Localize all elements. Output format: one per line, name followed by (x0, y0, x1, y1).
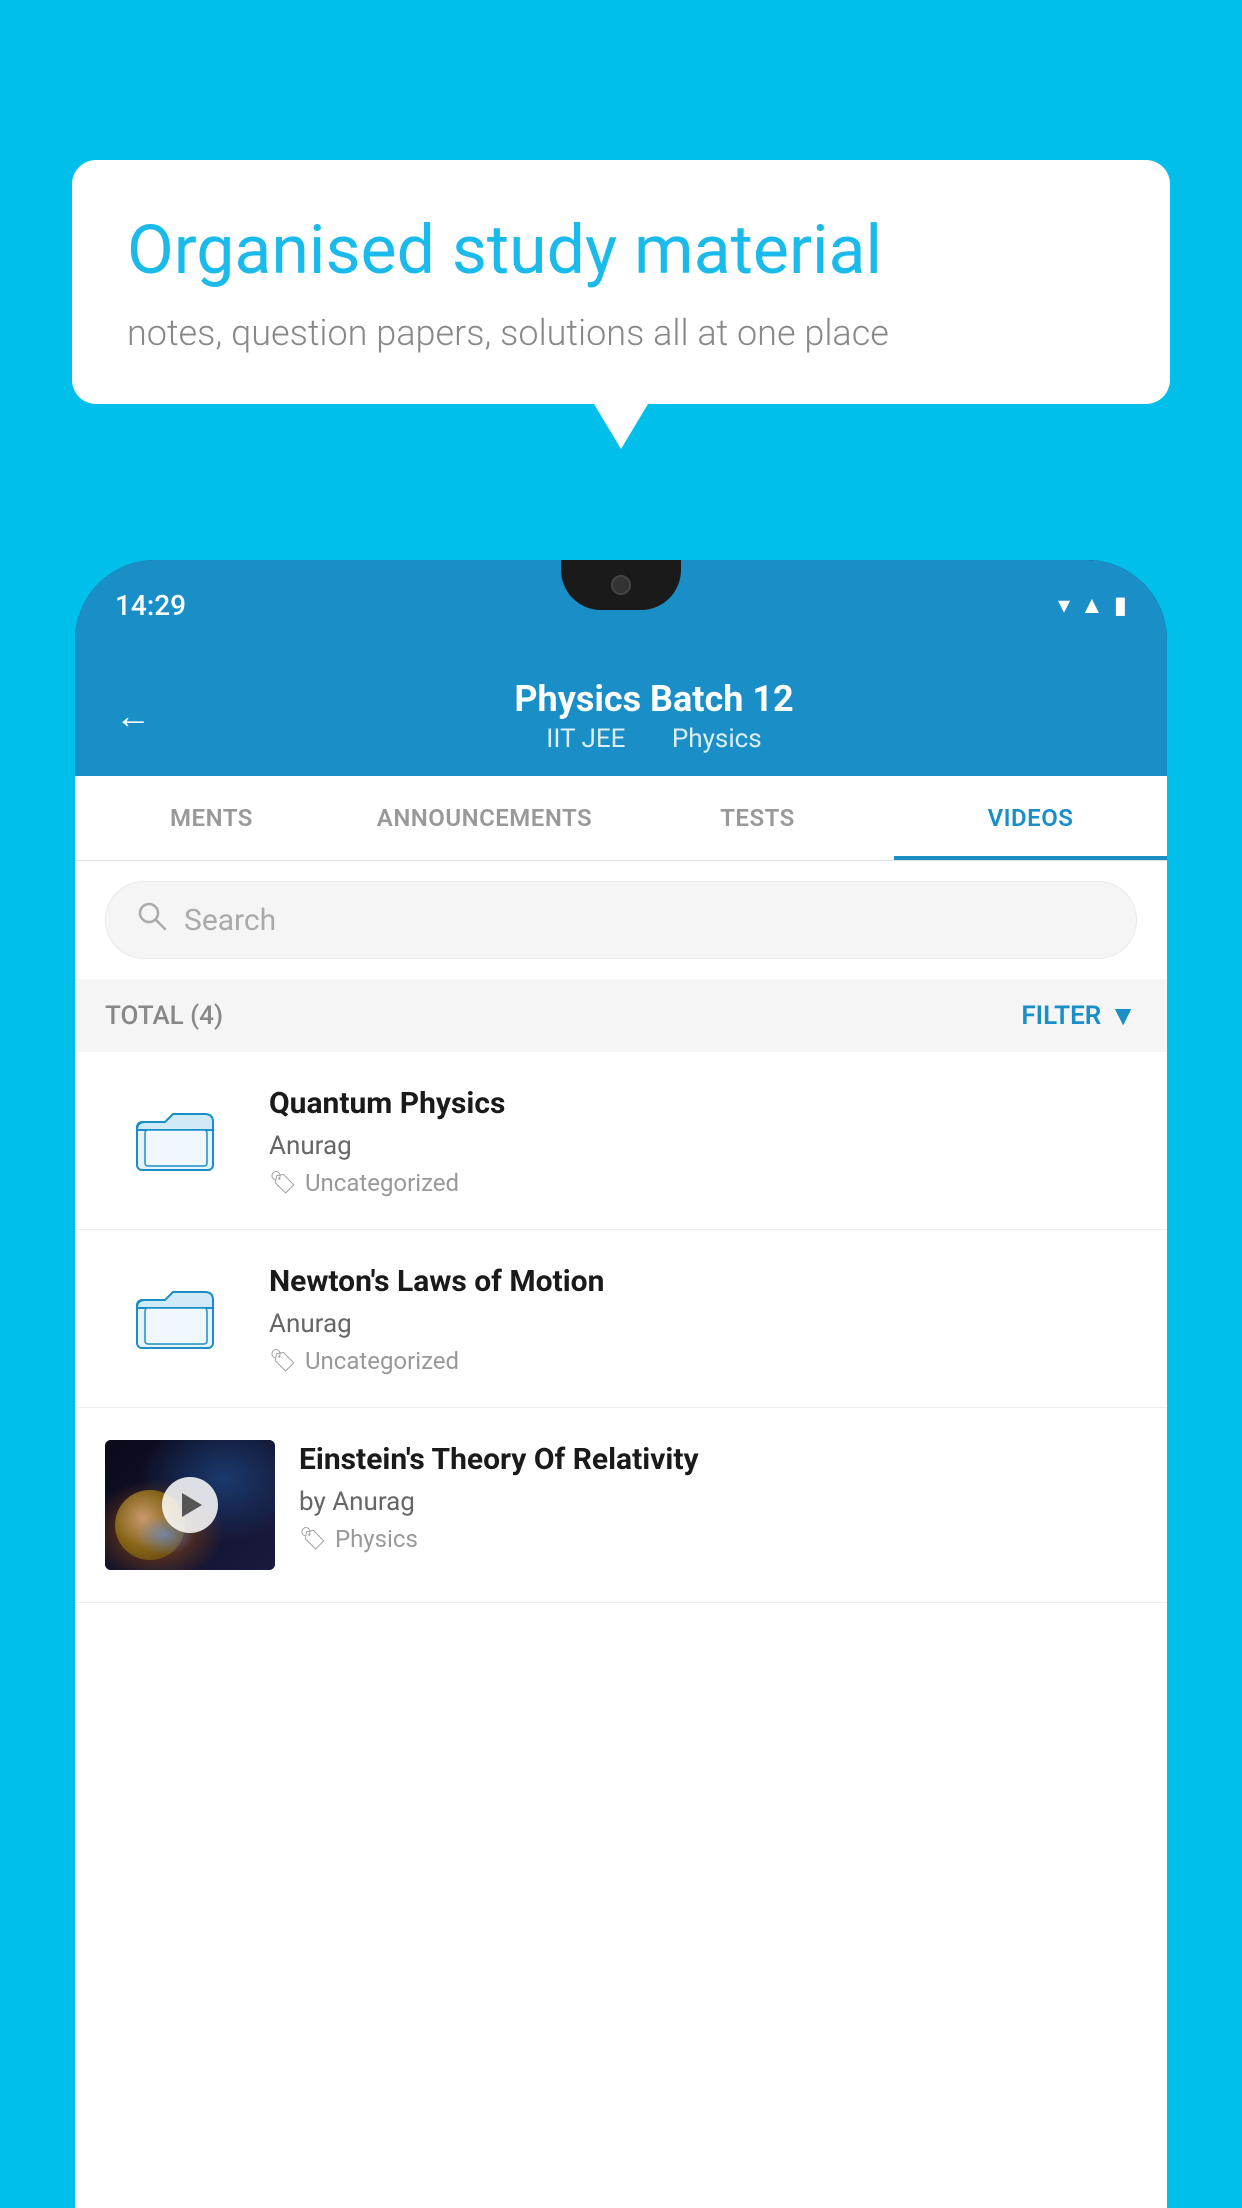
bubble-subtitle: notes, question papers, solutions all at… (127, 312, 1115, 354)
video-info-einstein: Einstein's Theory Of Relativity by Anura… (299, 1440, 1137, 1553)
search-container: Search (75, 861, 1167, 979)
tag-icon: 🏷 (299, 1527, 327, 1552)
filter-button[interactable]: FILTER ▼ (1021, 999, 1137, 1032)
tab-ments[interactable]: MENTS (75, 776, 348, 860)
video-tag: 🏷 Uncategorized (269, 1347, 1137, 1375)
subtitle-physics: Physics (672, 724, 762, 754)
app-header: ← Physics Batch 12 IIT JEE Physics (75, 650, 1167, 776)
video-thumbnail-einstein (105, 1440, 275, 1570)
camera-dot (611, 575, 631, 595)
video-info-quantum: Quantum Physics Anurag 🏷 Uncategorized (269, 1084, 1137, 1197)
app-screen: ← Physics Batch 12 IIT JEE Physics MENTS… (75, 650, 1167, 2208)
video-tag: 🏷 Uncategorized (269, 1169, 1137, 1197)
tag-label: Physics (335, 1525, 418, 1553)
video-folder-icon-quantum (105, 1084, 245, 1194)
tag-label: Uncategorized (305, 1347, 459, 1375)
subtitle-iitjee: IIT JEE (546, 724, 625, 754)
search-bar[interactable]: Search (105, 881, 1137, 959)
list-item[interactable]: Einstein's Theory Of Relativity by Anura… (75, 1408, 1167, 1603)
total-count: TOTAL (4) (105, 1001, 223, 1031)
tabs-bar: MENTS ANNOUNCEMENTS TESTS VIDEOS (75, 776, 1167, 861)
batch-subtitle: IIT JEE Physics (181, 724, 1127, 754)
tab-tests[interactable]: TESTS (621, 776, 894, 860)
filter-icon: ▼ (1109, 999, 1137, 1032)
tab-announcements[interactable]: ANNOUNCEMENTS (348, 776, 621, 860)
status-icons: ▾ ▲ ▮ (1058, 591, 1127, 620)
search-icon (136, 900, 168, 940)
video-title: Quantum Physics (269, 1084, 1137, 1123)
tab-videos[interactable]: VIDEOS (894, 776, 1167, 860)
list-item[interactable]: Newton's Laws of Motion Anurag 🏷 Uncateg… (75, 1230, 1167, 1408)
signal-icon: ▲ (1080, 591, 1104, 620)
video-tag: 🏷 Physics (299, 1525, 1137, 1553)
speech-bubble: Organised study material notes, question… (72, 160, 1170, 404)
back-button[interactable]: ← (115, 695, 151, 737)
filter-bar: TOTAL (4) FILTER ▼ (75, 979, 1167, 1052)
status-time: 14:29 (115, 589, 186, 622)
filter-label: FILTER (1021, 1001, 1101, 1031)
phone-frame: 14:29 ▾ ▲ ▮ ← Physics Batch 12 IIT JEE P… (75, 560, 1167, 2208)
video-title: Einstein's Theory Of Relativity (299, 1440, 1137, 1479)
wifi-icon: ▾ (1058, 591, 1070, 619)
status-bar: 14:29 ▾ ▲ ▮ (75, 560, 1167, 650)
battery-icon: ▮ (1114, 591, 1127, 619)
batch-title: Physics Batch 12 (181, 678, 1127, 720)
video-author: Anurag (269, 1131, 1137, 1161)
video-author: Anurag (269, 1309, 1137, 1339)
video-title: Newton's Laws of Motion (269, 1262, 1137, 1301)
video-info-newton: Newton's Laws of Motion Anurag 🏷 Uncateg… (269, 1262, 1137, 1375)
phone-notch (561, 560, 681, 610)
tag-icon: 🏷 (269, 1349, 297, 1374)
tag-icon: 🏷 (269, 1171, 297, 1196)
header-title-area: Physics Batch 12 IIT JEE Physics (181, 678, 1127, 754)
list-item[interactable]: Quantum Physics Anurag 🏷 Uncategorized (75, 1052, 1167, 1230)
play-button[interactable] (162, 1477, 218, 1533)
bubble-title: Organised study material (127, 210, 1115, 292)
tag-label: Uncategorized (305, 1169, 459, 1197)
video-list: Quantum Physics Anurag 🏷 Uncategorized (75, 1052, 1167, 2208)
search-placeholder: Search (184, 903, 276, 938)
play-icon (182, 1493, 202, 1517)
video-author: by Anurag (299, 1487, 1137, 1517)
video-folder-icon-newton (105, 1262, 245, 1372)
